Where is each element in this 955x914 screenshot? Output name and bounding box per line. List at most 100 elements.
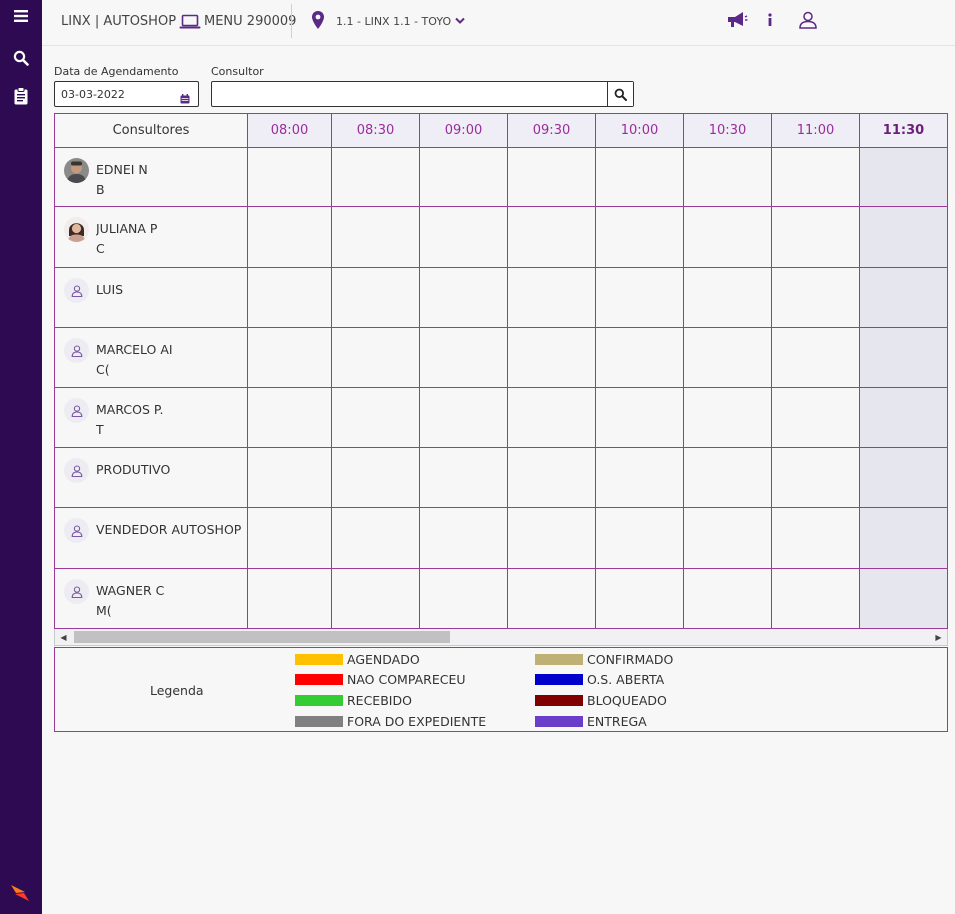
schedule-slot-cell[interactable]	[772, 388, 860, 448]
info-icon[interactable]	[759, 9, 781, 31]
consultor-input[interactable]	[218, 87, 603, 99]
consultant-cell[interactable]: EDNEI N B	[55, 148, 248, 207]
schedule-slot-cell[interactable]	[508, 268, 596, 328]
schedule-slot-cell[interactable]	[420, 148, 508, 207]
consultant-cell[interactable]: VENDEDOR AUTOSHOP	[55, 508, 248, 569]
schedule-slot-cell[interactable]	[772, 148, 860, 207]
schedule-slot-cell[interactable]	[420, 508, 508, 569]
schedule-slot-cell[interactable]	[248, 207, 332, 268]
legend-panel: Legenda AGENDADO NAO COMPARECEU RECEBIDO FO…	[54, 647, 948, 732]
schedule-slot-cell[interactable]	[332, 148, 420, 207]
scrollbar-thumb[interactable]	[74, 631, 450, 643]
schedule-slot-cell[interactable]	[596, 388, 684, 448]
user-profile-icon[interactable]	[797, 9, 819, 31]
consultant-cell[interactable]: LUIS	[55, 268, 248, 328]
schedule-slot-cell[interactable]	[684, 388, 772, 448]
consultant-cell[interactable]: PRODUTIVO	[55, 448, 248, 508]
schedule-slot-cell[interactable]	[684, 268, 772, 328]
schedule-slot-cell[interactable]	[684, 328, 772, 388]
schedule-slot-cell[interactable]	[508, 388, 596, 448]
legend-item: NAO COMPARECEU	[295, 671, 466, 687]
schedule-slot-cell[interactable]	[420, 207, 508, 268]
location-pin-icon	[307, 9, 329, 31]
schedule-slot-cell[interactable]	[860, 388, 947, 448]
schedule-slot-cell[interactable]	[684, 569, 772, 628]
schedule-slot-cell[interactable]	[860, 268, 947, 328]
schedule-slot-cell[interactable]	[508, 448, 596, 508]
consultor-field[interactable]	[211, 81, 634, 107]
topbar-divider	[291, 4, 292, 38]
horizontal-scrollbar[interactable]: ◀ ▶	[54, 629, 948, 646]
menu-list-icon[interactable]	[11, 6, 31, 26]
schedule-slot-cell[interactable]	[684, 508, 772, 569]
legend-label: BLOQUEADO	[587, 692, 667, 708]
schedule-slot-cell[interactable]	[772, 268, 860, 328]
schedule-slot-cell[interactable]	[420, 328, 508, 388]
schedule-slot-cell[interactable]	[860, 569, 947, 628]
date-input[interactable]	[61, 88, 171, 101]
schedule-slot-cell[interactable]	[420, 448, 508, 508]
schedule-slot-cell[interactable]	[332, 508, 420, 569]
schedule-slot-cell[interactable]	[508, 569, 596, 628]
schedule-slot-cell[interactable]	[248, 448, 332, 508]
date-field[interactable]	[54, 81, 199, 107]
schedule-slot-cell[interactable]	[860, 148, 947, 207]
consultant-cell[interactable]: JULIANA P C	[55, 207, 248, 268]
schedule-slot-cell[interactable]	[332, 207, 420, 268]
consultant-name: EDNEI N B	[96, 160, 246, 200]
location-selector[interactable]: 1.1 - LINX 1.1 - TOYO	[336, 15, 465, 28]
schedule-slot-cell[interactable]	[332, 569, 420, 628]
schedule-slot-cell[interactable]	[248, 569, 332, 628]
schedule-slot-cell[interactable]	[772, 207, 860, 268]
schedule-slot-cell[interactable]	[772, 328, 860, 388]
header-slot: 08:00	[248, 114, 332, 148]
user-icon	[64, 518, 89, 543]
schedule-slot-cell[interactable]	[596, 328, 684, 388]
schedule-slot-cell[interactable]	[248, 508, 332, 569]
schedule-slot-cell[interactable]	[684, 148, 772, 207]
schedule-slot-cell[interactable]	[860, 508, 947, 569]
schedule-slot-cell[interactable]	[772, 448, 860, 508]
schedule-slot-cell[interactable]	[248, 328, 332, 388]
consultant-cell[interactable]: MARCELO AI C(	[55, 328, 248, 388]
consultant-name: WAGNER C M(	[96, 581, 246, 621]
schedule-slot-cell[interactable]	[860, 448, 947, 508]
schedule-slot-cell[interactable]	[596, 207, 684, 268]
schedule-slot-cell[interactable]	[332, 328, 420, 388]
schedule-slot-cell[interactable]	[420, 569, 508, 628]
schedule-slot-cell[interactable]	[596, 569, 684, 628]
schedule-slot-cell[interactable]	[248, 268, 332, 328]
schedule-slot-cell[interactable]	[596, 148, 684, 207]
schedule-slot-cell[interactable]	[772, 508, 860, 569]
schedule-slot-cell[interactable]	[420, 388, 508, 448]
consultant-cell[interactable]: MARCOS P. T	[55, 388, 248, 448]
schedule-slot-cell[interactable]	[508, 207, 596, 268]
scroll-left-icon[interactable]: ◀	[55, 629, 72, 645]
schedule-slot-cell[interactable]	[508, 508, 596, 569]
schedule-slot-cell[interactable]	[332, 268, 420, 328]
schedule-slot-cell[interactable]	[248, 388, 332, 448]
schedule-slot-cell[interactable]	[508, 148, 596, 207]
consultant-cell[interactable]: WAGNER C M(	[55, 569, 248, 628]
schedule-slot-cell[interactable]	[596, 268, 684, 328]
search-button[interactable]	[607, 82, 633, 106]
schedule-slot-cell[interactable]	[420, 268, 508, 328]
megaphone-icon[interactable]	[726, 9, 748, 31]
schedule-slot-cell[interactable]	[332, 448, 420, 508]
clipboard-icon[interactable]	[11, 86, 31, 106]
legend-title: Legenda	[150, 683, 204, 698]
schedule-slot-cell[interactable]	[596, 508, 684, 569]
schedule-slot-cell[interactable]	[860, 328, 947, 388]
schedule-slot-cell[interactable]	[684, 207, 772, 268]
consultant-name-line2: C	[96, 241, 105, 256]
schedule-slot-cell[interactable]	[596, 448, 684, 508]
schedule-slot-cell[interactable]	[332, 388, 420, 448]
schedule-slot-cell[interactable]	[508, 328, 596, 388]
schedule-slot-cell[interactable]	[772, 569, 860, 628]
schedule-slot-cell[interactable]	[684, 448, 772, 508]
search-icon[interactable]	[11, 48, 31, 68]
calendar-icon[interactable]	[180, 89, 190, 108]
schedule-slot-cell[interactable]	[860, 207, 947, 268]
scroll-right-icon[interactable]: ▶	[930, 629, 947, 645]
schedule-slot-cell[interactable]	[248, 148, 332, 207]
